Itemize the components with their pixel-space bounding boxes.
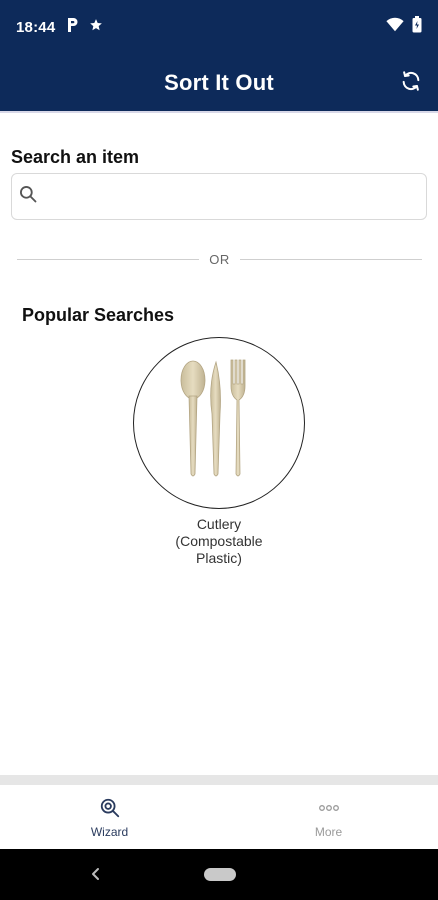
divider-line-right (239, 258, 422, 260)
back-icon[interactable] (88, 863, 104, 885)
home-pill[interactable] (204, 868, 236, 881)
divider-line-left (17, 258, 200, 260)
battery-icon (412, 16, 422, 38)
refresh-button[interactable] (398, 70, 424, 96)
nav-item-wizard[interactable]: Wizard (0, 785, 219, 849)
star-icon (89, 18, 103, 37)
status-bar: 18:44 (0, 0, 438, 54)
wifi-icon (386, 17, 404, 37)
or-divider: OR (17, 249, 422, 269)
wizard-search-icon (99, 796, 121, 820)
divider-text: OR (209, 251, 230, 267)
search-label: Search an item (11, 147, 140, 167)
popular-item-cutlery[interactable]: Cutlery (Compostable Plastic) (133, 337, 305, 567)
status-right-icons (386, 16, 422, 38)
status-left-icons (67, 17, 103, 38)
caption-line: Plastic) (196, 550, 242, 566)
app-bar-divider (0, 111, 438, 113)
refresh-icon (400, 70, 422, 97)
caption-line: Cutlery (196, 516, 242, 532)
nav-label-wizard: Wizard (90, 824, 129, 839)
parking-icon (67, 17, 79, 38)
app-title: Sort It Out (164, 69, 274, 95)
nav-label-more: More (314, 824, 343, 839)
search-input[interactable] (38, 174, 426, 219)
app-bar: Sort It Out (0, 54, 438, 111)
cutlery-image (174, 356, 264, 491)
status-time: 18:44 (16, 18, 56, 36)
search-box[interactable] (11, 173, 427, 220)
search-icon (18, 184, 38, 209)
popular-item-image-circle (133, 337, 305, 509)
caption-line: (Compostable (175, 533, 263, 549)
system-nav-bar (0, 849, 438, 900)
popular-searches-title: Popular Searches (22, 305, 175, 325)
bottom-nav: Wizard More (0, 785, 438, 849)
nav-item-more[interactable]: More (219, 785, 438, 849)
more-dots-icon (318, 796, 340, 820)
popular-item-caption: Cutlery (Compostable Plastic) (133, 516, 305, 567)
bottom-separator (0, 775, 438, 785)
